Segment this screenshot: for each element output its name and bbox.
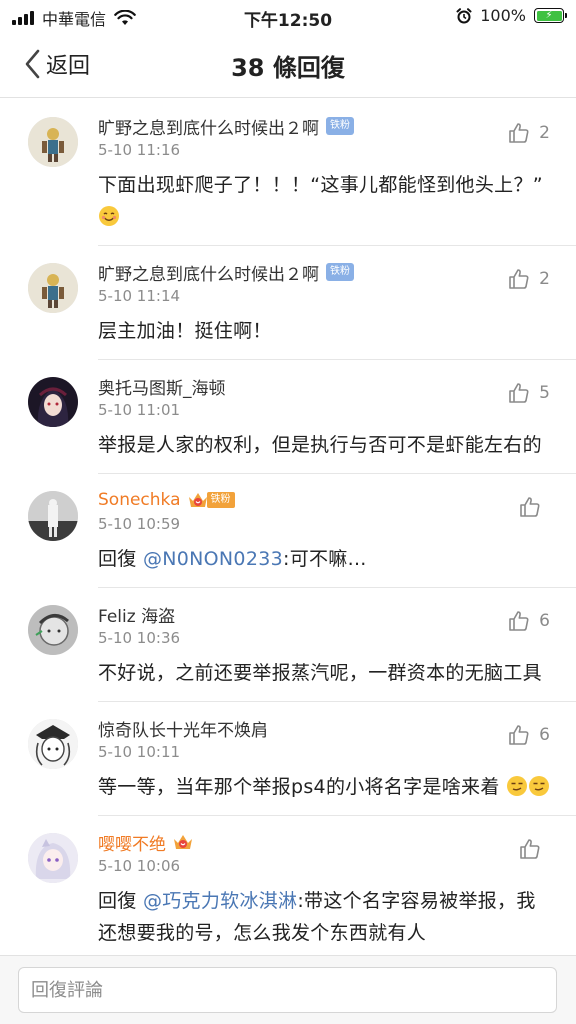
- comment-time: 5-10 10:11: [98, 743, 181, 761]
- fan-badge: 铁粉: [326, 263, 354, 281]
- like-button[interactable]: 6: [507, 723, 550, 747]
- smirk-emoji-icon: [507, 776, 527, 796]
- comment-time: 5-10 10:06: [98, 857, 181, 875]
- battery-percent: 100%: [480, 6, 526, 25]
- avatar[interactable]: [28, 491, 78, 541]
- like-button[interactable]: 2: [507, 267, 550, 291]
- comment-time: 5-10 11:14: [98, 287, 181, 305]
- like-button[interactable]: 6: [507, 609, 550, 633]
- comment-text: 等一等，当年那个举报ps4的小将名字是啥来着: [98, 771, 550, 803]
- avatar[interactable]: [28, 117, 78, 167]
- like-count: 6: [539, 611, 550, 631]
- thumbs-up-icon: [509, 269, 529, 289]
- thumbs-up-icon: [509, 383, 529, 403]
- reply-prefix: 回復: [98, 890, 137, 912]
- like-button[interactable]: [518, 837, 550, 861]
- comment-item: 奥托马图斯_海顿 5-10 11:01 举报是人家的权利，但是执行与否可不是虾能…: [0, 359, 576, 473]
- comment-item: Feliz 海盗 5-10 10:36 不好说，之前还要举报蒸汽呢，一群资本的无…: [0, 587, 576, 701]
- like-count: 2: [539, 123, 550, 143]
- like-count: 6: [539, 725, 550, 745]
- avatar[interactable]: [28, 263, 78, 313]
- comment-text: 下面出现虾爬子了！！！“这事儿都能怪到他头上？”: [98, 169, 550, 233]
- thumbs-up-icon: [509, 611, 529, 631]
- comment-text: 回復 @N0NON0233:可不嘛...: [98, 548, 367, 570]
- fan-badge: 铁粉: [326, 117, 354, 135]
- avatar[interactable]: [28, 377, 78, 427]
- crown-icon: [188, 493, 207, 507]
- thumbs-up-icon: [509, 123, 529, 143]
- back-label: 返回: [46, 54, 91, 79]
- comment-item: 嘤嘤不绝 5-10 10:06 回復 @巧克力软冰淇淋:带这个名字容易被举报，我…: [0, 815, 576, 955]
- username[interactable]: 旷野之息到底什么时候出２啊: [98, 260, 319, 285]
- nav-bar: 返回 38 條回復: [0, 32, 576, 98]
- avatar[interactable]: [28, 605, 78, 655]
- username[interactable]: 惊奇队长十光年不焕肩: [98, 716, 268, 741]
- comment-item: 旷野之息到底什么时候出２啊 铁粉 5-10 11:16 下面出现虾爬子了！！！“…: [0, 99, 576, 245]
- avatar[interactable]: [28, 833, 78, 883]
- like-button[interactable]: 2: [507, 121, 550, 145]
- comment-time: 5-10 11:16: [98, 141, 181, 159]
- comment-list[interactable]: 旷野之息到底什么时候出２啊 铁粉 5-10 11:16 下面出现虾爬子了！！！“…: [0, 99, 576, 955]
- comment-time: 5-10 10:36: [98, 629, 181, 647]
- username[interactable]: Sonechka: [98, 490, 181, 510]
- like-button[interactable]: [518, 495, 550, 519]
- thumbs-up-icon: [520, 839, 540, 859]
- like-button[interactable]: 5: [507, 381, 550, 405]
- reply-bar: [0, 955, 576, 1024]
- crown-icon: [174, 835, 192, 849]
- comment-text: 回復 @巧克力软冰淇淋:带这个名字容易被举报，我还想要我的号，怎么我发个东西就有…: [98, 890, 536, 944]
- comment-text: 不好说，之前还要举报蒸汽呢，一群资本的无脑工具: [98, 662, 542, 684]
- comment-item: 旷野之息到底什么时候出２啊 铁粉 5-10 11:14 层主加油！挺住啊！ 2: [0, 245, 576, 359]
- mention-link[interactable]: @巧克力软冰淇淋: [143, 890, 297, 912]
- comment-text: 层主加油！挺住啊！: [98, 320, 272, 342]
- alarm-icon: [456, 7, 472, 23]
- comment-time: 5-10 10:59: [98, 515, 181, 533]
- comment-item: 惊奇队长十光年不焕肩 5-10 10:11 等一等，当年那个举报ps4的小将名字…: [0, 701, 576, 815]
- vip-badge: [172, 832, 194, 852]
- reply-input[interactable]: [18, 967, 557, 1013]
- battery-icon: ⚡: [534, 8, 567, 23]
- chevron-left-icon: [25, 49, 40, 79]
- thumbs-up-icon: [520, 497, 540, 517]
- reply-prefix: 回復: [98, 548, 137, 570]
- smirk-emoji-icon: [529, 776, 549, 796]
- vip-badge: 铁粉: [187, 490, 235, 510]
- fan-badge: 铁粉: [206, 492, 235, 508]
- username[interactable]: 嘤嘤不绝: [98, 830, 166, 855]
- status-right: 100% ⚡: [456, 6, 567, 25]
- comment-item: Sonechka 铁粉 5-10 10:59 回復 @N0NON0233:可不嘛…: [0, 473, 576, 587]
- like-count: 5: [539, 383, 550, 403]
- comment-time: 5-10 11:01: [98, 401, 181, 419]
- username[interactable]: 旷野之息到底什么时候出２啊: [98, 114, 319, 139]
- username[interactable]: 奥托马图斯_海顿: [98, 374, 226, 399]
- avatar[interactable]: [28, 719, 78, 769]
- comment-text: 举报是人家的权利，但是执行与否可不是虾能左右的: [98, 434, 542, 456]
- status-bar: 中華電信 下午12:50 100% ⚡: [0, 0, 576, 32]
- smile-emoji-icon: [99, 206, 119, 226]
- back-button[interactable]: 返回: [24, 48, 90, 80]
- thumbs-up-icon: [509, 725, 529, 745]
- like-count: 2: [539, 269, 550, 289]
- username[interactable]: Feliz 海盗: [98, 602, 175, 627]
- mention-link[interactable]: @N0NON0233: [143, 548, 283, 570]
